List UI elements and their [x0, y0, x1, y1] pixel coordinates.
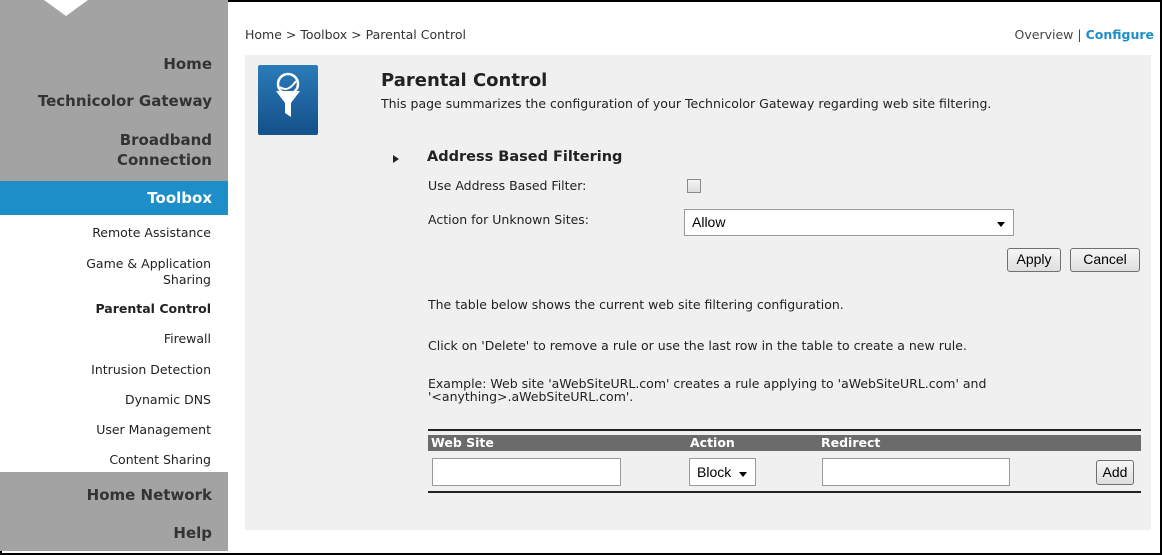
sidebar-item-label: Connection [116, 151, 212, 169]
info-table-description: The table below shows the current web si… [428, 297, 844, 312]
table-bottom-rule [428, 491, 1141, 493]
cancel-button[interactable]: Cancel [1070, 248, 1140, 272]
view-mode-separator: | [1073, 27, 1086, 42]
chevron-down-icon [997, 222, 1005, 227]
view-mode-links: Overview | Configure [1015, 27, 1154, 42]
overview-link[interactable]: Overview [1015, 27, 1074, 42]
sidebar: Home Technicolor Gateway Broadband Conne… [0, 0, 228, 551]
info-example-line: '<anything>.aWebSiteURL.com'. [428, 389, 634, 404]
sidebar-item-label: Home Network [86, 486, 212, 504]
sidebar-subitem-game-application-sharing[interactable]: Game & Application Sharing [86, 256, 211, 288]
page-title: Parental Control [381, 70, 548, 91]
info-example: Example: Web site 'aWebSiteURL.com' crea… [428, 377, 986, 403]
chevron-down-icon [739, 472, 747, 477]
sidebar-item-home-network[interactable]: Home Network [87, 485, 212, 505]
sidebar-item-broadband-connection[interactable]: Broadband Connection [117, 130, 212, 170]
sidebar-subitem-remote-assistance[interactable]: Remote Assistance [92, 225, 211, 241]
sidebar-notch [44, 0, 88, 16]
sidebar-item-label: Broadband [119, 131, 212, 149]
sidebar-item-home[interactable]: Home [163, 54, 212, 74]
sidebar-subitem-label: Sharing [163, 272, 211, 287]
apply-button[interactable]: Apply [1007, 248, 1061, 272]
parental-control-filter-icon [258, 65, 318, 135]
table-header: Web Site Action Redirect [428, 435, 1141, 451]
use-filter-checkbox[interactable] [687, 179, 701, 193]
sidebar-subitem-firewall[interactable]: Firewall [164, 331, 211, 347]
add-rule-button[interactable]: Add [1096, 460, 1134, 485]
column-header-web-site: Web Site [431, 435, 494, 450]
sidebar-item-label: Toolbox [147, 189, 212, 207]
sidebar-item-label: Technicolor Gateway [37, 92, 212, 110]
configure-link[interactable]: Configure [1086, 27, 1154, 42]
sidebar-subitem-label: Game & Application [86, 256, 211, 271]
sidebar-submenu: Remote Assistance Game & Application Sha… [0, 215, 228, 472]
action-select-value: Block [697, 464, 732, 480]
table-top-rule [428, 429, 1141, 431]
unknown-sites-select[interactable]: Allow [684, 209, 1014, 236]
sidebar-subitem-dynamic-dns[interactable]: Dynamic DNS [125, 392, 211, 408]
use-filter-label: Use Address Based Filter: [428, 178, 587, 193]
sidebar-subitem-intrusion-detection[interactable]: Intrusion Detection [91, 362, 211, 378]
unknown-sites-label: Action for Unknown Sites: [428, 212, 590, 227]
sidebar-subitem-parental-control[interactable]: Parental Control [95, 301, 211, 317]
sidebar-item-label: Home [163, 55, 212, 73]
main-panel: Parental Control This page summarizes th… [245, 55, 1151, 530]
column-header-redirect: Redirect [821, 435, 881, 450]
action-select[interactable]: Block [689, 458, 756, 486]
unknown-sites-value: Allow [692, 214, 726, 230]
sidebar-item-help[interactable]: Help [173, 523, 212, 543]
info-delete-instructions: Click on 'Delete' to remove a rule or us… [428, 338, 967, 353]
sidebar-subitem-user-management[interactable]: User Management [96, 422, 211, 438]
redirect-input[interactable] [822, 458, 1010, 486]
section-expand-icon[interactable] [393, 155, 399, 163]
page-subtitle: This page summarizes the configuration o… [381, 96, 992, 111]
column-header-action: Action [690, 435, 735, 450]
sidebar-item-toolbox[interactable]: Toolbox [0, 181, 228, 215]
web-site-input[interactable] [432, 458, 621, 486]
sidebar-item-technicolor-gateway[interactable]: Technicolor Gateway [38, 91, 212, 111]
breadcrumb: Home > Toolbox > Parental Control [245, 27, 466, 42]
section-title: Address Based Filtering [427, 149, 623, 165]
sidebar-item-label: Help [173, 524, 212, 542]
sidebar-subitem-content-sharing[interactable]: Content Sharing [109, 452, 211, 468]
